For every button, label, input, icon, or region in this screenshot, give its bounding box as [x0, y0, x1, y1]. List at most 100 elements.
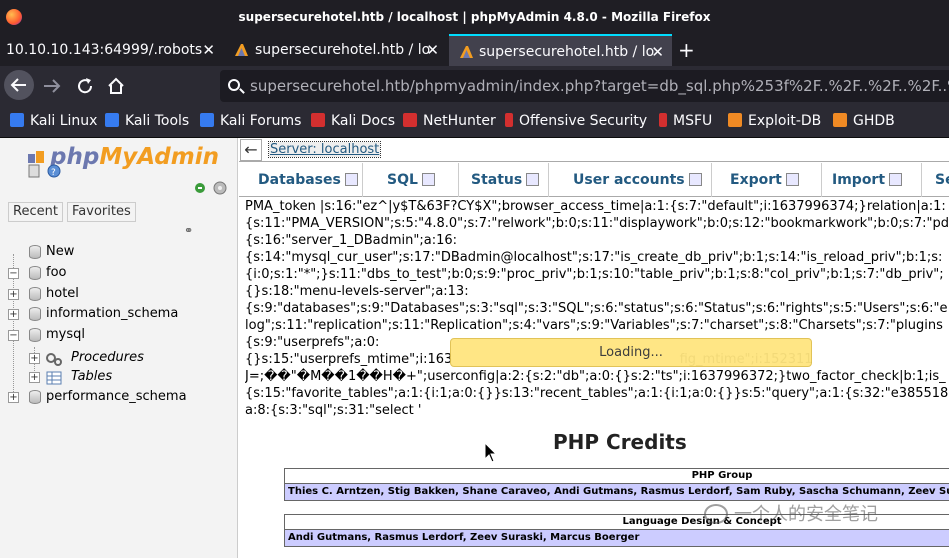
offsec-icon [659, 113, 667, 127]
home-icon[interactable] [104, 74, 128, 98]
table-icon [46, 371, 62, 385]
window-title: supersecurehotel.htb / localhost | phpMy… [238, 10, 711, 24]
url-text: supersecurehotel.htb/phpmyadmin/index.ph… [250, 77, 949, 95]
search-icon [228, 79, 240, 91]
bookmark-label: NetHunter [423, 113, 496, 129]
sidebar-tools [193, 180, 233, 200]
bookmarks-toolbar: Kali Linux Kali Tools Kali Forums Kali D… [0, 106, 949, 138]
bookmark-exploit-db[interactable]: Exploit-DB [728, 113, 821, 129]
link-icon[interactable]: ⚭ [184, 224, 193, 237]
tab-label: 10.10.10.143:64999/.robots [6, 42, 203, 58]
reload-icon[interactable] [73, 74, 97, 98]
dump-line: {i:0;s:1:"*";}s:11:"dbs_to_test";b:0;s:9… [245, 267, 944, 282]
phpmyadmin-logo[interactable]: phpMyAdmin [50, 144, 219, 174]
menu-export[interactable]: Export [722, 163, 822, 197]
reload-icon[interactable] [193, 180, 233, 196]
export-icon [785, 173, 799, 186]
table-header: PHP Group [285, 469, 949, 484]
tree-label: New [46, 244, 75, 259]
kali-icon [200, 113, 214, 127]
menu-label: Status [471, 172, 523, 188]
top-menu: Databases SQL Status User accounts Expor… [239, 163, 949, 197]
tab-phpmyadmin-1[interactable]: supersecurehotel.htb / lo ✕ [224, 34, 447, 66]
recent-tab[interactable]: Recent [8, 202, 63, 222]
url-bar[interactable]: supersecurehotel.htb/phpmyadmin/index.ph… [220, 70, 949, 102]
status-chart-icon [526, 173, 540, 186]
dump-line: {s:15:"favorite_tables";a:1:{i:1;a:0:{}}… [245, 386, 949, 401]
tab-label: supersecurehotel.htb / lo [255, 42, 431, 58]
phpmyadmin-icon [235, 44, 248, 56]
dump-line: PMA_token |s:16:"ez^|y$T&63F?CY$X";brows… [245, 199, 946, 214]
bookmark-label: Exploit-DB [748, 113, 822, 129]
bookmark-kali-linux[interactable]: Kali Linux [10, 113, 97, 129]
sql-icon [421, 173, 435, 186]
main-panel: ← Server: localhost Databases SQL Status… [239, 138, 949, 558]
close-icon[interactable]: ✕ [426, 34, 439, 66]
menu-status[interactable]: Status [463, 163, 549, 197]
collapse-icon[interactable]: − [8, 330, 19, 341]
tree-label: foo [46, 265, 67, 280]
logo-myadmin: MyAdmin [99, 144, 219, 170]
favorites-tab[interactable]: Favorites [67, 202, 136, 222]
dump-line: {s:9:"databases";s:9:"Databases";s:3:"sq… [245, 301, 948, 316]
import-icon [889, 173, 903, 186]
menu-settings[interactable]: Se [927, 163, 949, 197]
bookmark-msfu[interactable]: MSFU [659, 113, 712, 129]
bookmark-label: Kali Tools [125, 113, 190, 129]
server-breadcrumb-bar: ← Server: localhost [239, 138, 949, 162]
database-icon [29, 390, 41, 404]
bookmark-nethunter[interactable]: NetHunter [403, 113, 496, 129]
kali-icon [105, 113, 119, 127]
expand-icon[interactable]: + [8, 309, 19, 320]
arrow-left-icon [10, 78, 26, 92]
kali-icon [10, 113, 24, 127]
menu-sql[interactable]: SQL [379, 163, 459, 197]
php-group-table: PHP Group Thies C. Arntzen, Stig Bakken,… [284, 468, 949, 501]
bookmark-offensive-security[interactable]: Offensive Security [505, 113, 647, 129]
home-icon: ? [28, 164, 61, 178]
database-icon [344, 173, 358, 186]
bookmark-kali-docs[interactable]: Kali Docs [311, 113, 395, 129]
offsec-icon [505, 113, 513, 127]
bookmark-ghdb[interactable]: GHDB [833, 113, 895, 129]
collapse-icon[interactable]: − [8, 268, 19, 279]
dump-line: a:8:{s:3:"sql";s:31:"select ' [245, 403, 422, 418]
navigation-bar: supersecurehotel.htb/phpmyadmin/index.ph… [0, 66, 949, 106]
mouse-cursor-icon [484, 442, 498, 463]
tree-label: information_schema [46, 306, 179, 321]
menu-import[interactable]: Import [824, 163, 922, 197]
menu-user-accounts[interactable]: User accounts [565, 163, 712, 197]
back-button[interactable] [4, 70, 34, 100]
menu-label: Databases [258, 172, 341, 188]
bookmark-label: MSFU [673, 113, 713, 129]
bookmark-label: Kali Linux [30, 113, 98, 129]
bookmark-kali-forums[interactable]: Kali Forums [200, 113, 301, 129]
new-tab-button[interactable]: + [678, 38, 695, 62]
close-icon[interactable]: ✕ [651, 36, 664, 66]
dump-line: {s:16:"server_1_DBadmin";a:16: [245, 233, 458, 248]
expand-icon[interactable]: + [29, 372, 40, 383]
close-icon[interactable]: ✕ [202, 34, 215, 66]
dump-line: {s:11:"PMA_VERSION";s:5:"4.8.0";s:7:"rel… [245, 216, 949, 231]
bookmark-label: GHDB [853, 113, 895, 129]
dump-line: J=;��"�M��1��H�+";userconfig|a:2:{s:2:"d… [245, 369, 946, 384]
tab-bar: 10.10.10.143:64999/.robots ✕ supersecure… [0, 34, 949, 66]
forward-button[interactable] [40, 74, 64, 98]
expand-icon[interactable]: + [8, 392, 19, 403]
menu-label: Se [935, 172, 949, 188]
menu-databases[interactable]: Databases [250, 163, 363, 197]
sidebar-quick-icons: ? [28, 163, 68, 183]
bookmark-label: Kali Docs [331, 113, 396, 129]
bookmark-kali-tools[interactable]: Kali Tools [105, 113, 189, 129]
expand-icon[interactable]: + [8, 289, 19, 300]
dump-line: {}s:18:"menu-levels-server";a:13: [245, 284, 469, 299]
expand-icon[interactable]: + [29, 353, 40, 364]
tab-robots[interactable]: 10.10.10.143:64999/.robots ✕ [0, 34, 223, 66]
dump-line: log";s:11:"replication";s:11:"Replicatio… [245, 318, 943, 333]
server-breadcrumb[interactable]: Server: localhost [267, 141, 382, 158]
window-titlebar: supersecurehotel.htb / localhost | phpMy… [0, 0, 949, 34]
tab-phpmyadmin-2[interactable]: supersecurehotel.htb / lo ✕ [449, 34, 672, 66]
watermark: 一个人的安全笔记 [704, 500, 878, 526]
collapse-sidebar-button[interactable]: ← [240, 139, 262, 161]
kali-docs-icon [311, 113, 325, 127]
